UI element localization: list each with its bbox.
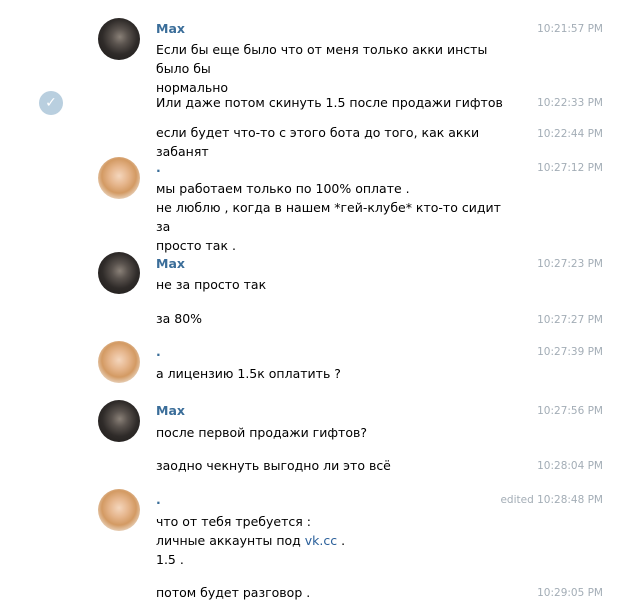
message-time: 10:27:27 PM [537, 314, 603, 326]
message-time: 10:27:56 PM [537, 405, 603, 417]
message-time: 10:27:39 PM [537, 346, 603, 358]
avatar[interactable] [98, 252, 140, 294]
message-text: а лицензию 1.5к оплатить ? [156, 366, 341, 381]
text-line: 1.5 . [156, 552, 184, 567]
message-item[interactable]: 10:22:44 PM если будет что-то с этого бо… [0, 122, 641, 159]
sender-name[interactable]: Max [156, 403, 185, 418]
message-time: 10:29:05 PM [537, 587, 603, 599]
message-text: Если бы еще было что от меня только акки… [156, 42, 488, 95]
message-item[interactable]: ✓ 10:22:33 PM Или даже потом скинуть 1.5… [0, 90, 641, 116]
chat-history[interactable]: Max 10:21:57 PM Если бы еще было что от … [0, 0, 641, 605]
message-text: Или даже потом скинуть 1.5 после продажи… [156, 95, 503, 110]
message-time: 10:22:33 PM [537, 97, 603, 109]
message-item[interactable]: 10:27:27 PM за 80% [0, 307, 641, 331]
time-value: 10:28:48 PM [537, 494, 603, 506]
message-text: потом будет разговор . [156, 585, 311, 600]
sender-name[interactable]: Max [156, 256, 185, 271]
message-item[interactable]: Max 10:27:23 PM не за просто так [0, 251, 641, 297]
check-icon[interactable]: ✓ [39, 91, 63, 115]
message-item[interactable]: Max 10:21:57 PM Если бы еще было что от … [0, 16, 641, 95]
message-text: мы работаем только по 100% оплате . не л… [156, 181, 501, 253]
sender-name[interactable]: Max [156, 21, 185, 36]
avatar[interactable] [98, 157, 140, 199]
message-item[interactable]: 10:28:04 PM заодно чекнуть выгодно ли эт… [0, 455, 641, 479]
message-text: что от тебя требуется : личные аккаунты … [156, 512, 516, 569]
message-item[interactable]: 10:29:05 PM потом будет разговор . [0, 582, 641, 604]
message-time: 10:22:44 PM [537, 128, 603, 140]
avatar[interactable] [98, 341, 140, 383]
text-line: что от тебя требуется : [156, 514, 311, 529]
avatar[interactable] [98, 489, 140, 531]
edited-label: edited [500, 494, 534, 506]
message-time: 10:27:23 PM [537, 258, 603, 270]
sender-name[interactable]: . [156, 160, 161, 175]
sender-name[interactable]: . [156, 344, 161, 359]
message-item[interactable]: Max 10:27:56 PM после первой продажи гиф… [0, 399, 641, 445]
link-vk[interactable]: vk.cc [305, 533, 337, 548]
message-item[interactable]: . edited 10:28:48 PM что от тебя требует… [0, 488, 641, 572]
text-line: личные аккаунты под vk.cc . [156, 531, 516, 550]
message-time: 10:28:04 PM [537, 460, 603, 472]
text-fragment: личные аккаунты под [156, 533, 305, 548]
message-time: 10:21:57 PM [537, 23, 603, 35]
avatar[interactable] [98, 18, 140, 60]
message-text: за 80% [156, 311, 203, 326]
message-item[interactable]: . 10:27:12 PM мы работаем только по 100%… [0, 156, 641, 253]
message-item[interactable]: . 10:27:39 PM а лицензию 1.5к оплатить ? [0, 341, 641, 387]
message-text: заодно чекнуть выгодно ли это всё [156, 458, 391, 473]
avatar[interactable] [98, 400, 140, 442]
message-time: 10:27:12 PM [537, 162, 603, 174]
message-text: не за просто так [156, 277, 267, 292]
sender-name[interactable]: . [156, 492, 161, 507]
message-time: edited 10:28:48 PM [500, 494, 603, 506]
text-fragment: . [337, 533, 346, 548]
message-text: после первой продажи гифтов? [156, 425, 367, 440]
